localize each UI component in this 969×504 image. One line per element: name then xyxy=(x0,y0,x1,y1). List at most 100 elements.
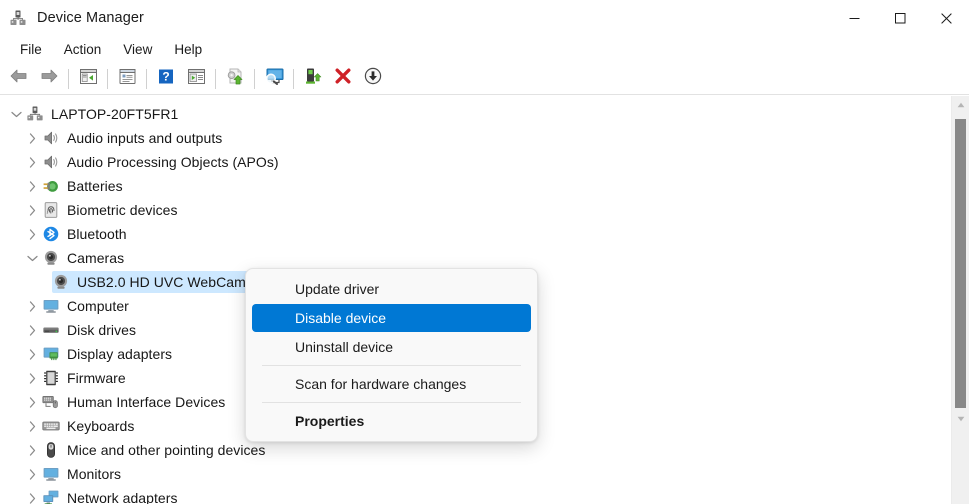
chevron-right-icon[interactable] xyxy=(22,205,42,216)
tree-item-network-adapters[interactable]: Network adapters xyxy=(0,486,951,504)
back-arrow-icon xyxy=(9,67,29,90)
update-driver-icon xyxy=(225,67,245,90)
fingerprint-icon xyxy=(42,201,60,219)
chevron-right-icon[interactable] xyxy=(22,397,42,408)
maximize-button[interactable] xyxy=(877,0,923,36)
chevron-down-icon[interactable] xyxy=(6,109,26,120)
tree-item-label: Display adapters xyxy=(67,346,172,362)
chevron-right-icon[interactable] xyxy=(22,349,42,360)
chevron-right-icon[interactable] xyxy=(22,325,42,336)
window-controls xyxy=(831,0,969,36)
help-question-icon: ? xyxy=(157,68,175,90)
device-manager-icon xyxy=(9,9,27,27)
title-bar: Device Manager xyxy=(0,0,969,36)
webcam-icon xyxy=(52,273,70,291)
forward-arrow-icon xyxy=(39,67,59,90)
tree-item-biometric-devices[interactable]: Biometric devices xyxy=(0,198,951,222)
network-adapter-icon xyxy=(42,489,60,504)
context-menu-item-uninstall-device[interactable]: Uninstall device xyxy=(252,333,531,361)
hid-icon xyxy=(42,393,60,411)
tree-item-label: Bluetooth xyxy=(67,226,127,242)
computer-root-icon xyxy=(26,105,44,123)
tree-item-label: Mice and other pointing devices xyxy=(67,442,265,458)
tree-item-label: Firmware xyxy=(67,370,126,386)
context-menu-item-scan-for-hardware-changes[interactable]: Scan for hardware changes xyxy=(252,370,531,398)
context-menu-item-update-driver[interactable]: Update driver xyxy=(252,275,531,303)
toolbar: ? xyxy=(0,63,969,95)
chevron-right-icon[interactable] xyxy=(22,421,42,432)
tree-item-label: Computer xyxy=(67,298,129,314)
display-adapter-icon xyxy=(42,345,60,363)
chevron-right-icon[interactable] xyxy=(22,157,42,168)
forward-button[interactable] xyxy=(34,66,64,92)
tree-item-cameras[interactable]: Cameras xyxy=(0,246,951,270)
chevron-right-icon[interactable] xyxy=(22,469,42,480)
menu-action[interactable]: Action xyxy=(53,39,113,60)
show-hide-console-tree-button[interactable] xyxy=(73,66,103,92)
chevron-right-icon[interactable] xyxy=(22,301,42,312)
chevron-right-icon[interactable] xyxy=(22,133,42,144)
context-menu-separator-1 xyxy=(262,365,521,366)
action-menu-button[interactable] xyxy=(181,66,211,92)
tree-item-batteries[interactable]: Batteries xyxy=(0,174,951,198)
window-title: Device Manager xyxy=(37,10,144,26)
properties-window-icon xyxy=(118,68,137,90)
disk-drive-icon xyxy=(42,321,60,339)
tree-item-audio-processing-objects[interactable]: Audio Processing Objects (APOs) xyxy=(0,150,951,174)
back-button[interactable] xyxy=(4,66,34,92)
tree-item-label: Audio inputs and outputs xyxy=(67,130,222,146)
keyboard-icon xyxy=(42,417,60,435)
uninstall-device-button[interactable] xyxy=(328,66,358,92)
context-menu-item-disable-device[interactable]: Disable device xyxy=(252,304,531,332)
menu-bar: File Action View Help xyxy=(0,36,969,63)
context-menu-item-properties[interactable]: Properties xyxy=(252,407,531,435)
toolbar-separator-1 xyxy=(68,69,69,89)
menu-view[interactable]: View xyxy=(112,39,163,60)
enable-device-button[interactable] xyxy=(298,66,328,92)
update-driver-button[interactable] xyxy=(220,66,250,92)
red-x-icon xyxy=(334,67,352,90)
tree-item-label: Monitors xyxy=(67,466,121,482)
battery-icon xyxy=(42,177,60,195)
context-menu-separator-2 xyxy=(262,402,521,403)
tree-item-label: Audio Processing Objects (APOs) xyxy=(67,154,279,170)
close-button[interactable] xyxy=(923,0,969,36)
tree-item-label: Cameras xyxy=(67,250,124,266)
svg-text:?: ? xyxy=(162,69,169,83)
chevron-right-icon[interactable] xyxy=(22,181,42,192)
chevron-right-icon[interactable] xyxy=(22,229,42,240)
action-window-icon xyxy=(187,68,206,90)
scroll-down-arrow-icon[interactable] xyxy=(952,410,969,427)
menu-file[interactable]: File xyxy=(9,39,53,60)
chevron-right-icon[interactable] xyxy=(22,445,42,456)
menu-help[interactable]: Help xyxy=(163,39,213,60)
toolbar-separator-4 xyxy=(215,69,216,89)
chevron-down-icon[interactable] xyxy=(22,253,42,264)
minimize-button[interactable] xyxy=(831,0,877,36)
toolbar-separator-6 xyxy=(293,69,294,89)
scroll-up-arrow-icon[interactable] xyxy=(952,96,969,113)
chevron-right-icon[interactable] xyxy=(22,493,42,504)
context-menu[interactable]: Update driver Disable device Uninstall d… xyxy=(245,268,538,442)
scan-hardware-changes-button[interactable] xyxy=(259,66,289,92)
firmware-chip-icon xyxy=(42,369,60,387)
console-tree-icon xyxy=(79,68,98,90)
monitor-icon xyxy=(42,297,60,315)
disable-device-button[interactable] xyxy=(358,66,388,92)
tree-item-bluetooth[interactable]: Bluetooth xyxy=(0,222,951,246)
camera-icon xyxy=(42,249,60,267)
vertical-scrollbar[interactable] xyxy=(951,96,969,504)
chevron-right-icon[interactable] xyxy=(22,373,42,384)
tree-item-label: Keyboards xyxy=(67,418,134,434)
tree-item-label: Network adapters xyxy=(67,490,178,504)
toolbar-separator-5 xyxy=(254,69,255,89)
tree-item-monitors[interactable]: Monitors xyxy=(0,462,951,486)
help-button[interactable]: ? xyxy=(151,66,181,92)
scrollbar-thumb[interactable] xyxy=(955,119,966,408)
properties-button[interactable] xyxy=(112,66,142,92)
tree-item-laptop-20ft5fr1[interactable]: LAPTOP-20FT5FR1 xyxy=(0,102,951,126)
toolbar-separator-2 xyxy=(107,69,108,89)
speaker-icon xyxy=(42,129,60,147)
scan-monitor-icon xyxy=(264,67,285,90)
tree-item-audio-inputs-and-outputs[interactable]: Audio inputs and outputs xyxy=(0,126,951,150)
